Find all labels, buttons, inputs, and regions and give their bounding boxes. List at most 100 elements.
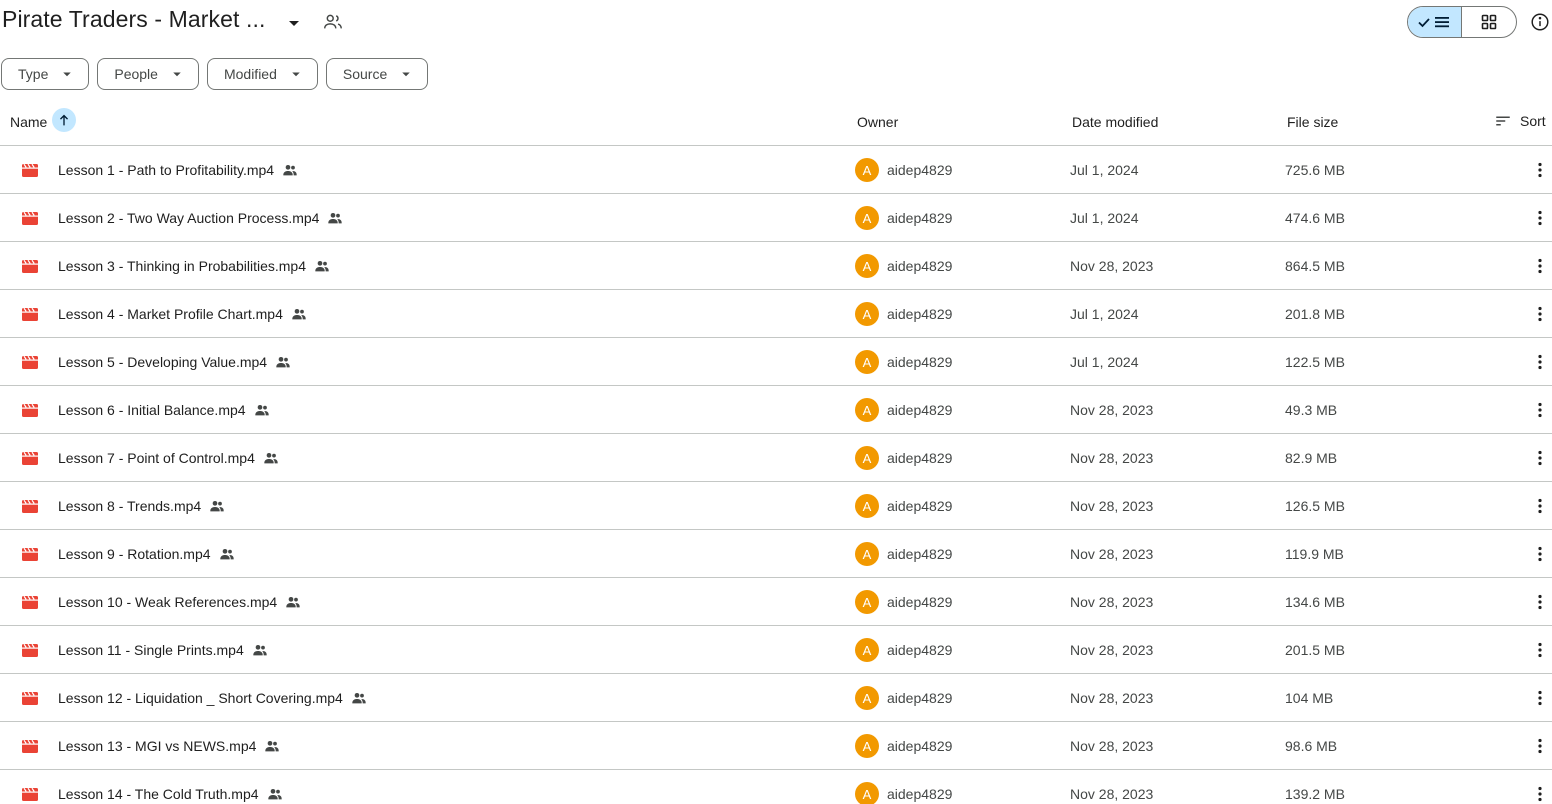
- file-name[interactable]: Lesson 11 - Single Prints.mp4: [58, 642, 268, 658]
- video-file-icon: [22, 546, 38, 562]
- file-name[interactable]: Lesson 12 - Liquidation _ Short Covering…: [58, 690, 367, 706]
- arrow-drop-down-icon: [292, 72, 300, 77]
- table-row[interactable]: Lesson 11 - Single Prints.mp4 Aaidep4829 N…: [0, 626, 1552, 674]
- file-name[interactable]: Lesson 10 - Weak References.mp4: [58, 594, 301, 610]
- file-name[interactable]: Lesson 13 - MGI vs NEWS.mp4: [58, 738, 280, 754]
- table-row[interactable]: Lesson 13 - MGI vs NEWS.mp4 Aaidep4829 Nov…: [0, 722, 1552, 770]
- more-vert-icon[interactable]: [1529, 302, 1551, 326]
- more-vert-icon[interactable]: [1529, 206, 1551, 230]
- more-vert-icon[interactable]: [1529, 158, 1551, 182]
- file-size: 126.5 MB: [1285, 498, 1345, 514]
- filter-source-chip[interactable]: Source: [325, 58, 429, 90]
- file-name[interactable]: Lesson 4 - Market Profile Chart.mp4: [58, 306, 307, 322]
- column-owner-header: Owner: [857, 114, 899, 130]
- file-name-text: Lesson 5 - Developing Value.mp4: [58, 354, 268, 370]
- shared-icon: [219, 546, 235, 562]
- file-name[interactable]: Lesson 1 - Path to Profitability.mp4: [58, 162, 298, 178]
- date-modified: Nov 28, 2023: [1070, 258, 1154, 274]
- table-row[interactable]: Lesson 2 - Two Way Auction Process.mp4 Aa…: [0, 194, 1552, 242]
- grid-view-button[interactable]: [1462, 7, 1516, 37]
- filter-type-chip[interactable]: Type: [1, 58, 90, 90]
- owner-name: aidep4829: [887, 594, 953, 610]
- more-vert-icon[interactable]: [1529, 254, 1551, 278]
- arrow-drop-down-icon[interactable]: [282, 11, 306, 35]
- more-vert-icon[interactable]: [1529, 350, 1551, 374]
- filter-modified-chip[interactable]: Modified: [206, 58, 318, 90]
- more-vert-icon[interactable]: [1529, 398, 1551, 422]
- more-vert-icon[interactable]: [1529, 590, 1551, 614]
- sort-label: Sort: [1520, 113, 1546, 129]
- file-name-text: Lesson 8 - Trends.mp4: [58, 498, 202, 514]
- table-row[interactable]: Lesson 12 - Liquidation _ Short Covering…: [0, 674, 1552, 722]
- file-size: 474.6 MB: [1285, 210, 1345, 226]
- column-name-header[interactable]: Name: [10, 114, 47, 130]
- filter-people-chip[interactable]: People: [97, 58, 199, 90]
- file-size: 119.9 MB: [1285, 546, 1344, 562]
- shared-icon: [254, 402, 270, 418]
- shared-icon: [282, 162, 298, 178]
- file-name[interactable]: Lesson 3 - Thinking in Probabilities.mp4: [58, 258, 330, 274]
- shared-icon: [314, 258, 330, 274]
- avatar: A: [855, 398, 879, 422]
- table-row[interactable]: Lesson 1 - Path to Profitability.mp4 Aaid…: [0, 146, 1552, 194]
- table-row[interactable]: Lesson 14 - The Cold Truth.mp4 Aaidep4829…: [0, 770, 1552, 804]
- avatar: A: [855, 254, 879, 278]
- owner-name: aidep4829: [887, 738, 953, 754]
- video-file-icon: [22, 402, 38, 418]
- filter-label: Modified: [223, 66, 277, 82]
- file-name[interactable]: Lesson 6 - Initial Balance.mp4: [58, 402, 270, 418]
- avatar: A: [855, 734, 879, 758]
- file-size: 49.3 MB: [1285, 402, 1338, 418]
- more-vert-icon[interactable]: [1529, 782, 1551, 804]
- avatar: A: [855, 686, 879, 710]
- owner-name: aidep4829: [887, 498, 953, 514]
- more-vert-icon[interactable]: [1529, 686, 1551, 710]
- table-row[interactable]: Lesson 4 - Market Profile Chart.mp4 Aaide…: [0, 290, 1552, 338]
- table-row[interactable]: Lesson 7 - Point of Control.mp4 Aaidep482…: [0, 434, 1552, 482]
- table-row[interactable]: Lesson 3 - Thinking in Probabilities.mp4…: [0, 242, 1552, 290]
- file-name[interactable]: Lesson 8 - Trends.mp4: [58, 498, 225, 514]
- file-name[interactable]: Lesson 7 - Point of Control.mp4: [58, 450, 279, 466]
- folder-title[interactable]: Pirate Traders - Market ...: [2, 6, 265, 33]
- more-vert-icon[interactable]: [1529, 542, 1551, 566]
- date-modified: Jul 1, 2024: [1070, 210, 1139, 226]
- file-size: 201.8 MB: [1285, 306, 1345, 322]
- shared-icon: [252, 642, 268, 658]
- file-size: 122.5 MB: [1285, 354, 1345, 370]
- filter-bar: Type People Modified Source: [1, 58, 429, 90]
- table-row[interactable]: Lesson 10 - Weak References.mp4 Aaidep482…: [0, 578, 1552, 626]
- date-modified: Nov 28, 2023: [1070, 786, 1154, 802]
- file-name[interactable]: Lesson 9 - Rotation.mp4: [58, 546, 235, 562]
- shared-folder-icon[interactable]: [322, 11, 344, 33]
- avatar: A: [855, 302, 879, 326]
- file-name-text: Lesson 11 - Single Prints.mp4: [58, 642, 244, 658]
- avatar: A: [855, 158, 879, 182]
- file-size: 104 MB: [1285, 690, 1334, 706]
- file-name[interactable]: Lesson 14 - The Cold Truth.mp4: [58, 786, 283, 802]
- table-row[interactable]: Lesson 5 - Developing Value.mp4 Aaidep482…: [0, 338, 1552, 386]
- check-list-icon: [1417, 17, 1449, 28]
- more-vert-icon[interactable]: [1529, 494, 1551, 518]
- file-name[interactable]: Lesson 5 - Developing Value.mp4: [58, 354, 291, 370]
- video-file-icon: [22, 354, 38, 370]
- header: Pirate Traders - Market ...: [0, 0, 1552, 46]
- info-icon[interactable]: [1529, 11, 1551, 33]
- more-vert-icon[interactable]: [1529, 638, 1551, 662]
- owner-name: aidep4829: [887, 450, 953, 466]
- list-view-button[interactable]: [1408, 7, 1463, 37]
- table-row[interactable]: Lesson 8 - Trends.mp4 Aaidep4829 Nov 28, 2…: [0, 482, 1552, 530]
- more-vert-icon[interactable]: [1529, 446, 1551, 470]
- date-modified: Jul 1, 2024: [1070, 354, 1139, 370]
- more-vert-icon[interactable]: [1529, 734, 1551, 758]
- file-name[interactable]: Lesson 2 - Two Way Auction Process.mp4: [58, 210, 343, 226]
- sort-button[interactable]: Sort: [1494, 112, 1546, 130]
- video-file-icon: [22, 162, 38, 178]
- table-row[interactable]: Lesson 6 - Initial Balance.mp4 Aaidep4829…: [0, 386, 1552, 434]
- avatar: A: [855, 446, 879, 470]
- table-row[interactable]: Lesson 9 - Rotation.mp4 Aaidep4829 Nov 28,…: [0, 530, 1552, 578]
- arrow-upward-icon[interactable]: [52, 108, 76, 132]
- avatar: A: [855, 206, 879, 230]
- arrow-drop-down-icon: [63, 72, 72, 77]
- shared-icon: [291, 306, 307, 322]
- shared-icon: [351, 690, 367, 706]
